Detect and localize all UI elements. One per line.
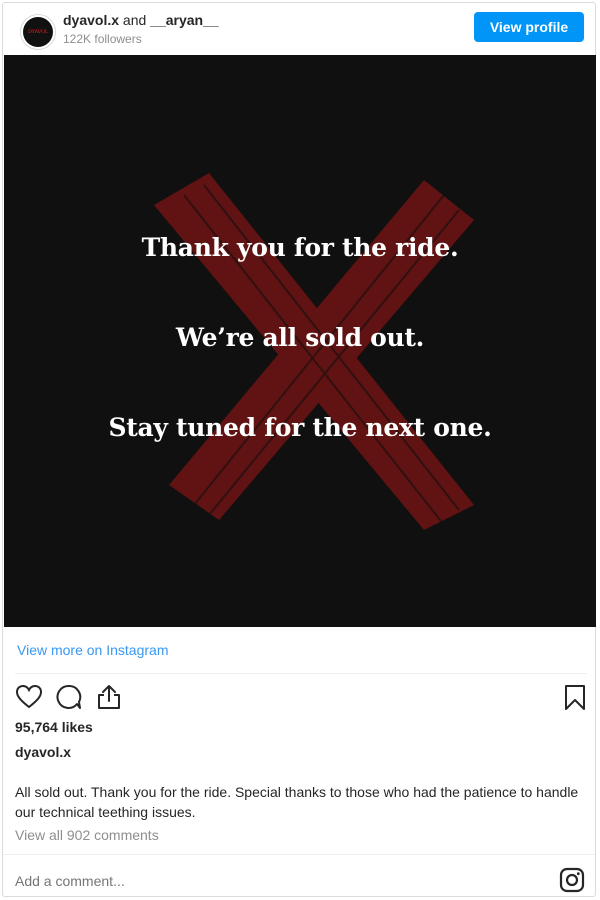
instagram-embed-card: DYAVOL dyavol.x and __aryan__ 122K follo… <box>2 2 596 897</box>
comment-icon[interactable] <box>55 683 83 711</box>
divider <box>15 673 587 674</box>
account-names: dyavol.x and __aryan__ <box>63 12 219 28</box>
follower-count: 122K followers <box>63 32 142 46</box>
post-image[interactable]: Thank you for the ride. We’re all sold o… <box>4 55 596 627</box>
post-header: DYAVOL dyavol.x and __aryan__ 122K follo… <box>3 3 595 55</box>
post-caption: All sold out. Thank you for the ride. Sp… <box>15 784 579 820</box>
divider <box>3 854 595 855</box>
avatar[interactable]: DYAVOL <box>23 17 53 47</box>
view-more-link[interactable]: View more on Instagram <box>17 642 168 658</box>
instagram-logo-icon[interactable] <box>559 867 585 893</box>
username-primary[interactable]: dyavol.x <box>63 12 119 28</box>
heart-icon[interactable] <box>15 683 43 711</box>
post-text-line-1: Thank you for the ride. <box>141 233 459 262</box>
post-text-line-2: We’re all sold out. <box>175 323 425 352</box>
share-icon[interactable] <box>95 683 123 711</box>
conjunction: and <box>122 12 147 28</box>
action-bar <box>15 683 587 713</box>
view-profile-button[interactable]: View profile <box>474 12 584 42</box>
avatar-logo: DYAVOL <box>27 29 49 35</box>
bookmark-icon[interactable] <box>561 683 589 711</box>
like-count[interactable]: 95,764 likes <box>15 719 93 735</box>
view-all-comments-link[interactable]: View all 902 comments <box>15 827 159 843</box>
post-text-line-3: Stay tuned for the next one. <box>108 413 492 442</box>
username-collaborator[interactable]: __aryan__ <box>150 12 219 28</box>
comment-input[interactable] <box>15 873 415 889</box>
caption-username[interactable]: dyavol.x <box>15 744 71 760</box>
